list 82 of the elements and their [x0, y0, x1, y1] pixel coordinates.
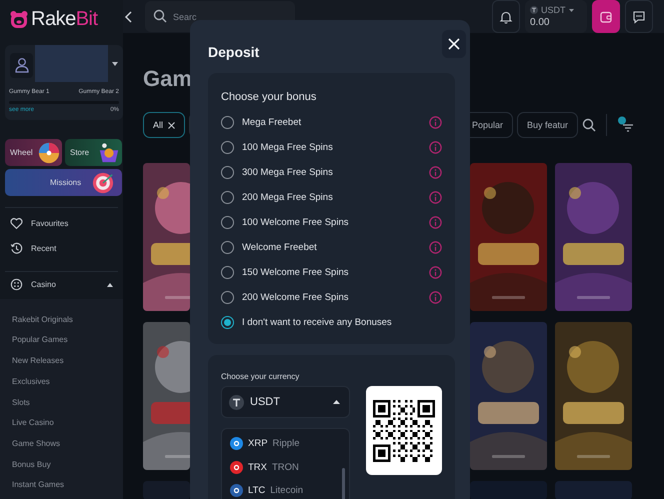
scrollbar-thumb[interactable] [342, 468, 345, 499]
bell-icon [499, 10, 513, 24]
tether-icon [530, 6, 538, 14]
nav-item[interactable]: Casino [0, 272, 123, 297]
clock-icon [10, 242, 23, 255]
wallet-icon [599, 10, 613, 24]
info-icon[interactable] [429, 141, 442, 154]
info-icon[interactable] [429, 116, 442, 129]
submenu-item[interactable]: Bonus Buy [0, 458, 123, 478]
bonus-option[interactable]: 200 Mega Free Spins [221, 185, 442, 210]
filter-chip[interactable]: All [143, 112, 186, 138]
bear-logo-icon [9, 10, 29, 30]
info-icon[interactable] [429, 291, 442, 304]
caret-icon[interactable] [107, 282, 113, 287]
target-icon [92, 172, 114, 194]
bonus-option[interactable]: 100 Mega Free Spins [221, 135, 442, 160]
avatar-icon [10, 52, 33, 78]
chat-button[interactable] [625, 0, 653, 33]
dice-icon [10, 278, 23, 292]
radio-button[interactable] [221, 316, 234, 329]
caret-icon[interactable] [112, 62, 118, 66]
balance-currency: USDT [541, 5, 566, 15]
promo-button[interactable]: Wheel [5, 139, 62, 166]
bonus-option[interactable]: I don't want to receive any Bonuses [221, 310, 442, 335]
page-heading: Gam [143, 66, 193, 92]
search-icon[interactable] [582, 118, 596, 132]
bonus-option[interactable]: 300 Mega Free Spins [221, 160, 442, 185]
qr-code [373, 400, 435, 462]
submenu-item[interactable]: New Releases [0, 354, 123, 375]
radio-button[interactable] [221, 241, 234, 254]
balance-amount: 0.00 [530, 17, 550, 28]
nav-item[interactable]: Recent [0, 236, 123, 260]
wallet-button[interactable] [592, 0, 620, 33]
section-heading: Choose your bonus [221, 91, 318, 105]
info-icon[interactable] [429, 166, 442, 179]
heart-icon [10, 216, 23, 230]
submenu-item[interactable]: Game Shows [0, 436, 123, 458]
submenu-item[interactable]: Live Casino [0, 416, 123, 437]
dialog-title: Deposit [208, 44, 260, 61]
notifications-button[interactable] [492, 0, 520, 33]
logo-text[interactable]: RakeBit [31, 8, 98, 32]
info-icon[interactable] [429, 266, 442, 279]
basket-icon [98, 142, 120, 164]
filter-icon[interactable] [617, 116, 635, 134]
search-icon [153, 9, 167, 23]
wheel-icon [38, 142, 60, 164]
submenu-item[interactable]: Rakebit Originals [0, 312, 123, 334]
promo-button[interactable]: Store [65, 139, 122, 166]
info-icon[interactable] [429, 191, 442, 204]
info-icon[interactable] [429, 241, 442, 254]
close-icon [168, 122, 176, 128]
currency-option[interactable]: TRX TRON [222, 456, 349, 479]
bonus-option[interactable]: Welcome Freebet [221, 235, 442, 260]
radio-button[interactable] [221, 116, 234, 129]
submenu-item[interactable]: Exclusives [0, 374, 123, 396]
submenu-item[interactable]: Popular Games [0, 333, 123, 354]
tether-icon [229, 394, 244, 410]
radio-button[interactable] [221, 266, 234, 279]
submenu-item[interactable]: Instant Games [0, 478, 123, 499]
filter-chip[interactable]: Buy featur [516, 112, 578, 138]
bonus-option[interactable]: 150 Welcome Free Spins [221, 260, 442, 285]
balance-selector[interactable]: USDT 0.00 [525, 0, 587, 33]
currency-option[interactable]: LTC Litecoin [222, 479, 349, 499]
info-icon[interactable] [429, 216, 442, 229]
submenu-item[interactable]: Slots [0, 396, 123, 416]
radio-button[interactable] [221, 141, 234, 154]
promo-button[interactable]: Missions [5, 169, 122, 196]
close-button[interactable] [442, 30, 466, 58]
radio-button[interactable] [221, 166, 234, 179]
radio-button[interactable] [221, 291, 234, 304]
radio-button[interactable] [221, 216, 234, 229]
radio-button[interactable] [221, 191, 234, 204]
bonus-option[interactable]: 200 Welcome Free Spins [221, 285, 442, 310]
currency-select[interactable]: USDT [221, 386, 350, 418]
close-icon [448, 38, 460, 50]
bonus-option[interactable]: Mega Freebet [221, 110, 442, 135]
bonus-option[interactable]: 100 Welcome Free Spins [221, 210, 442, 235]
chat-icon [632, 10, 646, 24]
currency-option[interactable]: XRP Ripple [222, 432, 349, 456]
nav-item[interactable]: Favourites [0, 211, 123, 236]
caret-icon [568, 8, 574, 12]
section-heading: Choose your currency [221, 372, 300, 381]
